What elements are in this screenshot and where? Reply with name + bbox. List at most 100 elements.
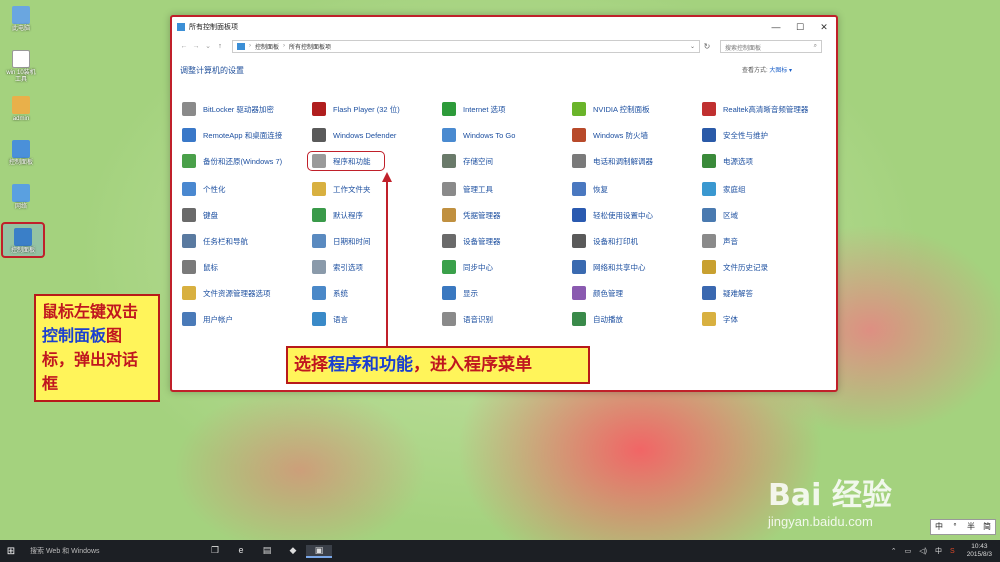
control-panel-item[interactable]: 用户帐户 <box>182 311 312 327</box>
tray-overflow-icon[interactable]: ⌃ <box>891 547 897 555</box>
control-panel-item[interactable]: 声音 <box>702 233 832 249</box>
ime-script-button[interactable]: 简 <box>979 520 995 534</box>
item-label: 电源选项 <box>723 156 753 166</box>
control-panel-item[interactable]: NVIDIA 控制面板 <box>572 101 702 117</box>
back-arrow-icon[interactable]: ← <box>178 43 190 50</box>
breadcrumb-current[interactable]: 所有控制面板项 <box>289 42 331 51</box>
control-panel-item[interactable]: 凭据管理器 <box>442 207 572 223</box>
control-panel-item[interactable]: 语音识别 <box>442 311 572 327</box>
control-panel-item[interactable]: 颜色管理 <box>572 285 702 301</box>
ime-punct-button[interactable]: ° <box>947 520 963 534</box>
search-input[interactable]: 搜索控制面板 ⌕ <box>720 39 822 53</box>
recent-chevron-icon[interactable]: ⌄ <box>202 42 214 50</box>
battery-icon[interactable]: ▭ <box>905 547 912 555</box>
control-panel-item[interactable]: 设备管理器 <box>442 233 572 249</box>
callout-left: 鼠标左键双击控制面板图标，弹出对话框 <box>34 294 160 402</box>
control-panel-item[interactable]: 备份和还原(Windows 7) <box>182 153 312 169</box>
forward-arrow-icon[interactable]: → <box>190 43 202 50</box>
view-by-dropdown[interactable]: 大图标 ▾ <box>769 68 792 74</box>
taskbar-app-icon[interactable]: ▣ <box>306 544 332 558</box>
breadcrumb-control-panel[interactable]: 控制面板 <box>255 42 279 51</box>
control-panel-item[interactable]: 家庭组 <box>702 181 832 197</box>
control-panel-item[interactable]: 轻松使用设置中心 <box>572 207 702 223</box>
control-panel-item[interactable]: 语言 <box>312 311 442 327</box>
control-panel-item[interactable]: 系统 <box>312 285 442 301</box>
control-panel-item[interactable]: Internet 选项 <box>442 101 572 117</box>
chevron-down-icon[interactable]: ⌄ <box>690 43 699 50</box>
minimize-button[interactable]: — <box>764 22 788 33</box>
control-panel-item[interactable]: 默认程序 <box>312 207 442 223</box>
title-bar: 所有控制面板项 — ☐ ✕ <box>172 17 836 37</box>
control-panel-items: BitLocker 驱动器加密 Flash Player (32 位) Intern… <box>182 101 832 327</box>
control-panel-item[interactable]: Windows To Go <box>442 127 572 143</box>
item-label: 设备和打印机 <box>593 236 638 246</box>
control-panel-item[interactable]: 索引选项 <box>312 259 442 275</box>
sogou-icon[interactable]: S <box>950 548 955 555</box>
control-panel-item[interactable]: 任务栏和导航 <box>182 233 312 249</box>
control-panel-item[interactable]: 日期和时间 <box>312 233 442 249</box>
desktop-icon-network[interactable]: 网络 <box>4 184 38 211</box>
control-panel-item[interactable]: Realtek高清晰音频管理器 <box>702 101 832 117</box>
control-panel-item[interactable]: 安全性与维护 <box>702 127 832 143</box>
control-panel-item[interactable]: 文件历史记录 <box>702 259 832 275</box>
item-icon <box>442 208 456 222</box>
item-icon <box>702 260 716 274</box>
refresh-icon[interactable]: ↻ <box>700 42 714 51</box>
control-panel-item[interactable]: 区域 <box>702 207 832 223</box>
ime-indicator[interactable]: 中 <box>935 546 942 556</box>
up-arrow-icon[interactable]: ↑ <box>214 43 226 50</box>
control-panel-item[interactable]: 同步中心 <box>442 259 572 275</box>
address-bar[interactable]: › 控制面板 › 所有控制面板项 ⌄ <box>232 39 700 53</box>
callout-left-highlight: 控制面板 <box>42 326 107 345</box>
control-panel-item[interactable]: 鼠标 <box>182 259 312 275</box>
control-panel-item[interactable]: 显示 <box>442 285 572 301</box>
ime-width-button[interactable]: 半 <box>963 520 979 534</box>
item-label: 电话和调制解调器 <box>593 156 653 166</box>
clock[interactable]: 10:43 2015/8/3 <box>959 543 1000 559</box>
control-panel-item[interactable]: 键盘 <box>182 207 312 223</box>
control-panel-item[interactable]: Flash Player (32 位) <box>312 101 442 117</box>
control-panel-item[interactable]: 字体 <box>702 311 832 327</box>
control-panel-item[interactable]: 疑难解答 <box>702 285 832 301</box>
control-panel-item[interactable]: 管理工具 <box>442 181 572 197</box>
control-panel-item[interactable]: 程序和功能 <box>307 151 385 171</box>
taskbar-app-icon[interactable]: e <box>228 545 254 558</box>
desktop-icon-control-panel-selected[interactable]: 控制面板 <box>1 222 45 258</box>
control-panel-item[interactable]: Windows Defender <box>312 127 442 143</box>
control-panel-item[interactable]: 工作文件夹 <box>312 181 442 197</box>
control-panel-item[interactable]: 电源选项 <box>702 153 832 169</box>
item-label: 用户帐户 <box>203 314 233 324</box>
control-panel-item[interactable]: 个性化 <box>182 181 312 197</box>
taskbar-app-icon[interactable]: ▤ <box>254 545 280 558</box>
control-panel-item[interactable]: 文件资源管理器选项 <box>182 285 312 301</box>
desktop-icon-control-panel-1[interactable]: 控制面板 <box>4 140 38 167</box>
arrow-line <box>386 180 388 348</box>
control-panel-item[interactable]: 设备和打印机 <box>572 233 702 249</box>
control-panel-item[interactable]: 恢复 <box>572 181 702 197</box>
control-panel-item[interactable]: 自动播放 <box>572 311 702 327</box>
item-icon <box>312 260 326 274</box>
item-icon <box>182 128 196 142</box>
windows-start-icon[interactable]: ⊞ <box>0 546 22 557</box>
window-title: 所有控制面板项 <box>189 24 238 31</box>
item-icon <box>572 154 586 168</box>
control-panel-item[interactable]: RemoteApp 和桌面连接 <box>182 127 312 143</box>
taskbar-app-icon[interactable]: ◆ <box>280 545 306 558</box>
item-label: 鼠标 <box>203 262 218 272</box>
volume-icon[interactable]: ◁) <box>919 547 927 555</box>
taskbar-search[interactable]: 搜索 Web 和 Windows <box>22 546 202 556</box>
close-button[interactable]: ✕ <box>812 22 836 33</box>
control-panel-item[interactable]: BitLocker 驱动器加密 <box>182 101 312 117</box>
ime-mode-button[interactable]: 中 <box>931 520 947 534</box>
desktop-icon-admin[interactable]: admin <box>4 96 38 123</box>
desktop-icon-this-pc[interactable]: 此电脑 <box>4 6 38 33</box>
control-panel-item[interactable]: 网络和共享中心 <box>572 259 702 275</box>
taskbar-app-icon[interactable]: ❐ <box>202 545 228 558</box>
baidu-watermark-url: jingyan.baidu.com <box>768 514 873 529</box>
maximize-button[interactable]: ☐ <box>788 22 812 33</box>
control-panel-item[interactable]: 电话和调制解调器 <box>572 153 702 169</box>
control-panel-item[interactable]: Windows 防火墙 <box>572 127 702 143</box>
item-label: Windows To Go <box>463 130 516 140</box>
desktop-icon-win10-tool[interactable]: win 10装机工具 <box>4 50 38 84</box>
control-panel-item[interactable]: 存储空间 <box>442 153 572 169</box>
